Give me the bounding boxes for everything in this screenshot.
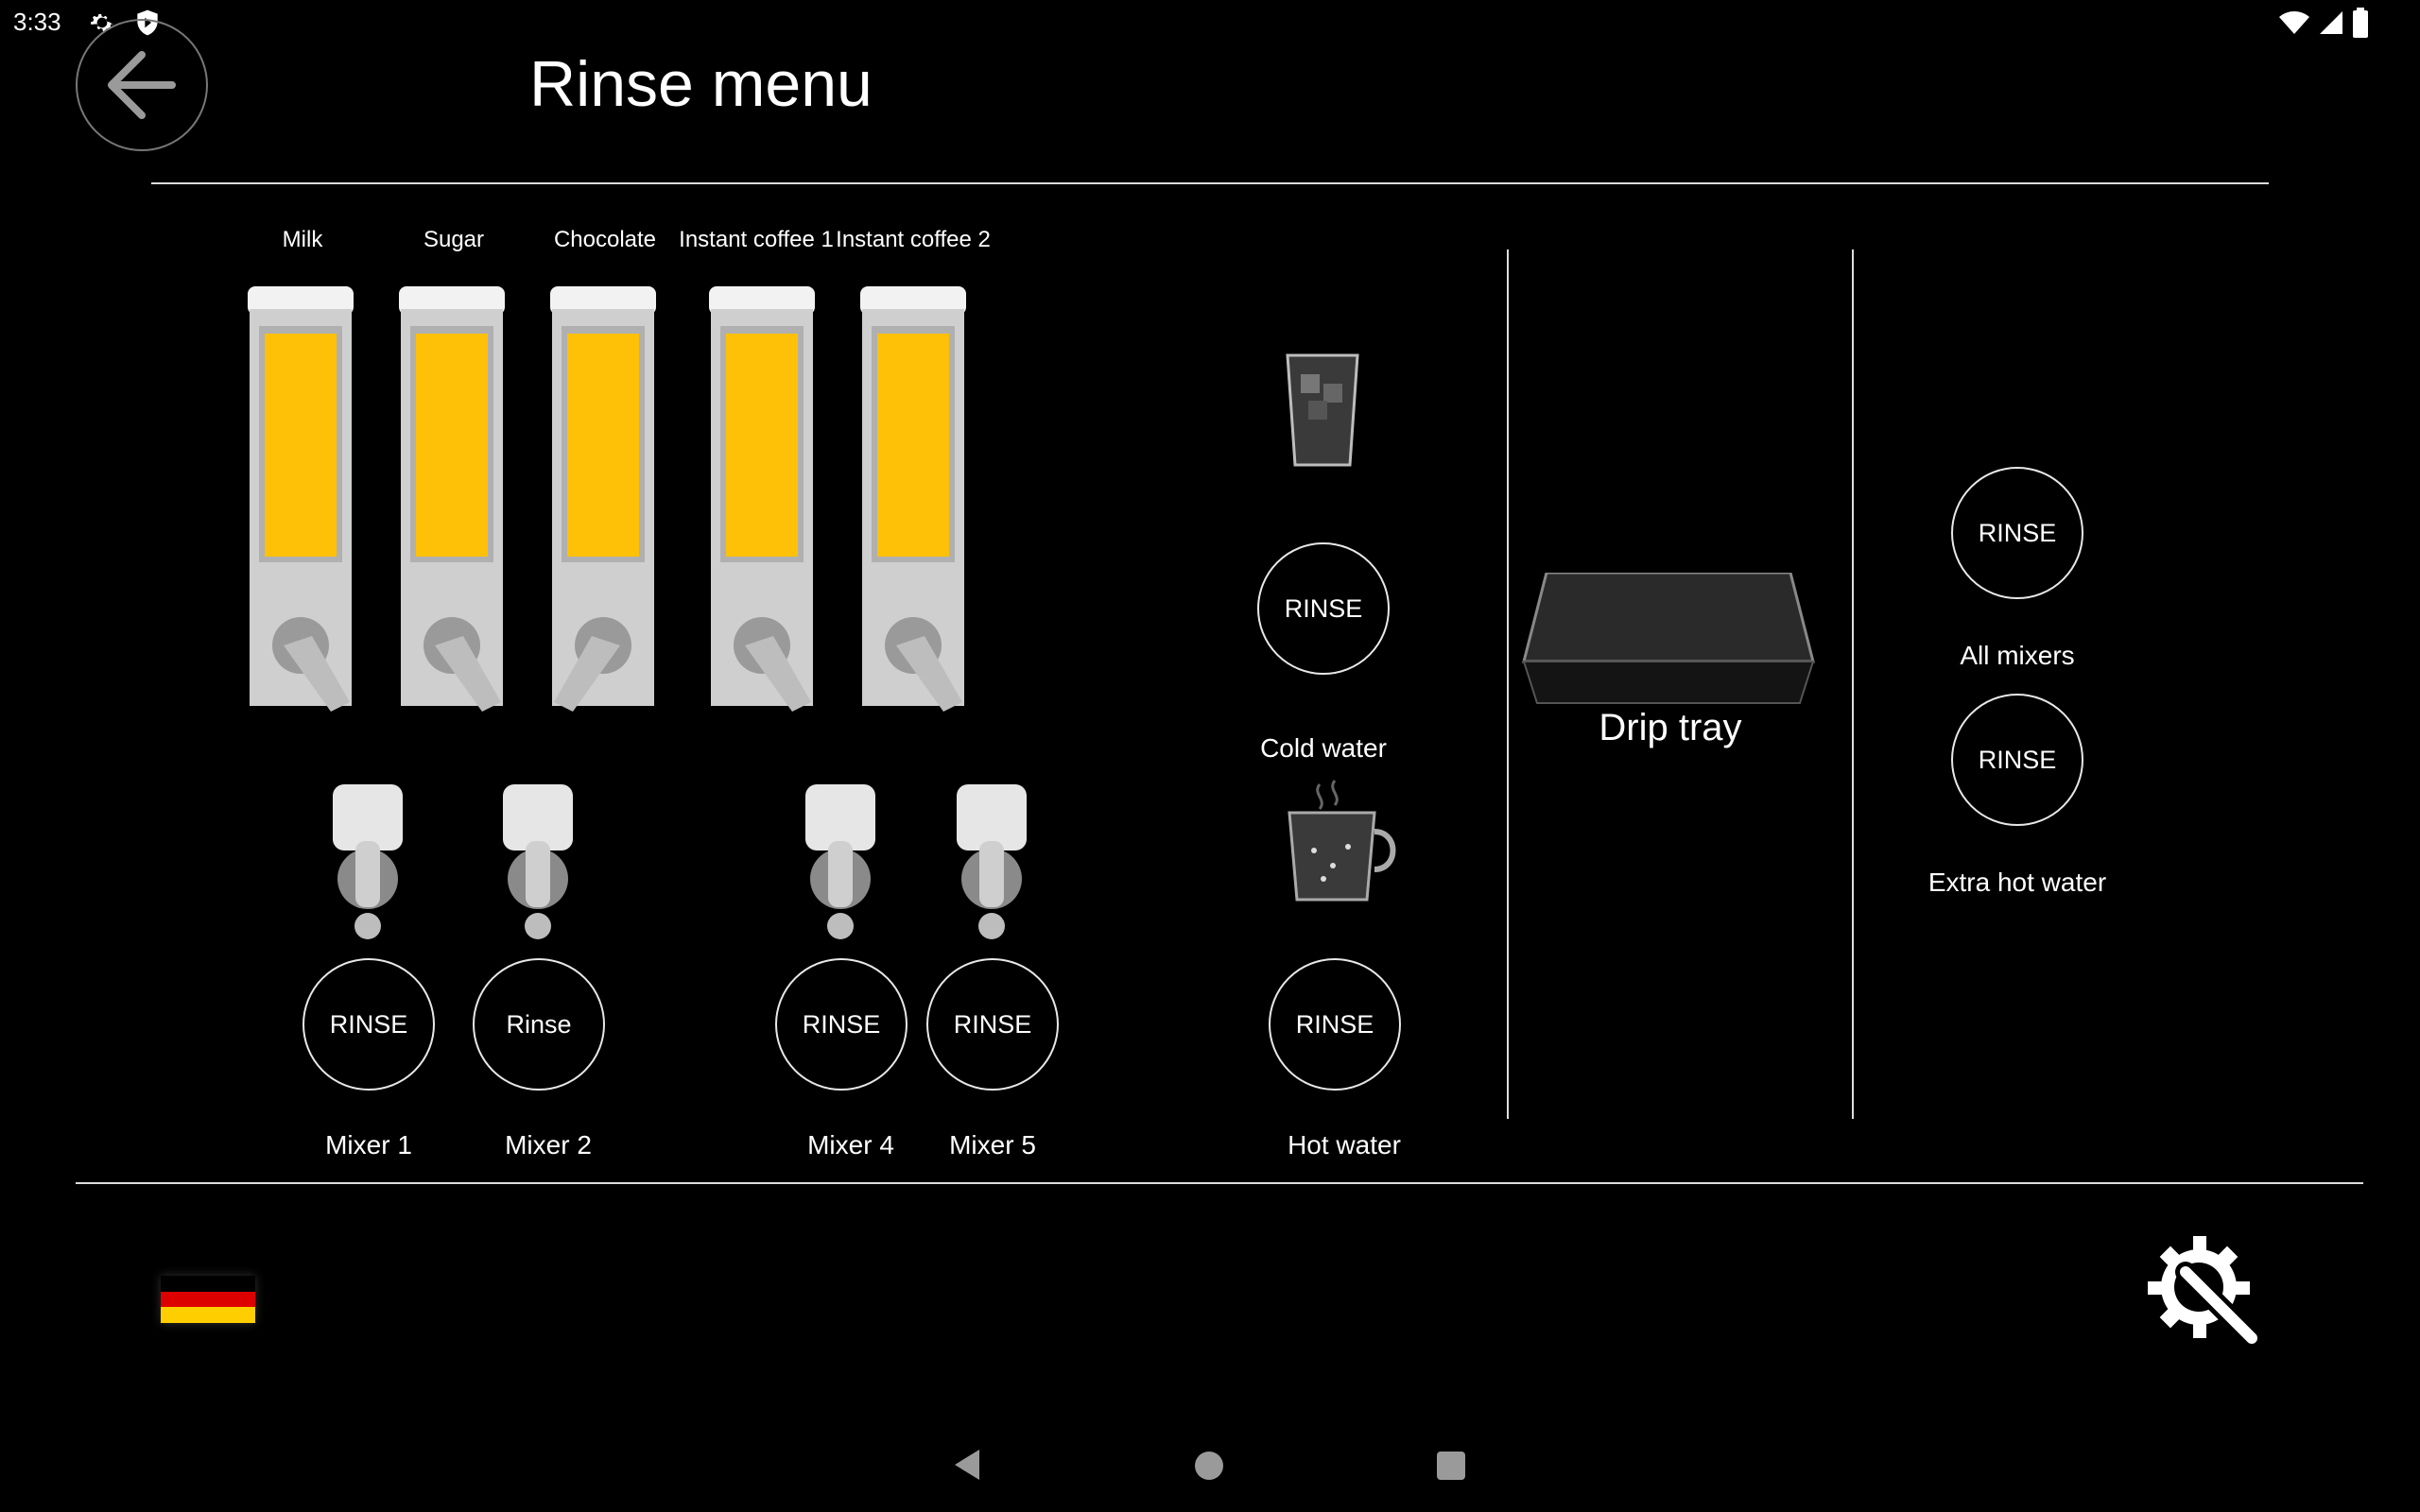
- canister-label: Instant coffee 1: [679, 227, 834, 252]
- nav-recents-icon[interactable]: [1437, 1452, 1465, 1480]
- extra-hot-water-label: Extra hot water: [1927, 868, 2107, 897]
- cold-water-label: Cold water: [1260, 733, 1387, 763]
- rinse-all-mixers-button[interactable]: RINSE: [1951, 467, 2083, 599]
- canister-label: Chocolate: [553, 227, 657, 252]
- rinse-mixer-1-button[interactable]: RINSE: [302, 958, 435, 1091]
- hot-water-label: Hot water: [1288, 1130, 1401, 1160]
- mixer-head-icon: [503, 784, 573, 939]
- canister-sugar: [399, 286, 505, 712]
- battery-icon: [2353, 8, 2368, 38]
- canister-milk: [248, 286, 354, 712]
- section-divider: [1507, 249, 1509, 1119]
- arrow-left-icon: [108, 51, 176, 119]
- canister-label: Sugar: [423, 227, 485, 252]
- mixer-label: Mixer 5: [949, 1130, 1036, 1160]
- rinse-extra-hot-water-button[interactable]: RINSE: [1951, 694, 2083, 826]
- back-button[interactable]: [76, 19, 208, 151]
- mixer-head-icon: [957, 784, 1027, 939]
- drip-tray-icon: [1522, 573, 1815, 704]
- hot-water-cup-icon: [1288, 780, 1396, 902]
- footer-divider: [76, 1182, 2363, 1184]
- canister-instant-coffee-2: [860, 286, 966, 712]
- rinse-hot-water-button[interactable]: RINSE: [1269, 958, 1401, 1091]
- signal-icon: [2320, 11, 2342, 34]
- header-divider: [151, 182, 2269, 184]
- canister-label: Instant coffee 2: [836, 227, 991, 252]
- nav-back-icon[interactable]: [955, 1450, 979, 1480]
- cold-water-glass-icon: [1286, 353, 1359, 467]
- section-divider: [1852, 249, 1854, 1119]
- rinse-cold-water-button[interactable]: RINSE: [1257, 542, 1390, 675]
- mixer-head-icon: [333, 784, 403, 939]
- canister-label: Milk: [282, 227, 323, 252]
- rinse-mixer-2-button[interactable]: Rinse: [473, 958, 605, 1091]
- mixer-head-icon: [805, 784, 875, 939]
- gear-wrench-icon[interactable]: [2148, 1234, 2265, 1351]
- wifi-icon: [2279, 11, 2309, 34]
- canister-instant-coffee-1: [709, 286, 815, 712]
- language-flag-germany[interactable]: [161, 1276, 255, 1323]
- mixer-label: Mixer 1: [325, 1130, 412, 1160]
- all-mixers-label: All mixers: [1960, 641, 2075, 670]
- mixer-label: Mixer 2: [505, 1130, 592, 1160]
- rinse-mixer-5-button[interactable]: RINSE: [926, 958, 1059, 1091]
- status-time: 3:33: [13, 8, 61, 36]
- rinse-mixer-4-button[interactable]: RINSE: [775, 958, 908, 1091]
- nav-home-icon[interactable]: [1195, 1452, 1223, 1480]
- mixer-label: Mixer 4: [807, 1130, 894, 1160]
- drip-tray-label: Drip tray: [1599, 707, 1742, 748]
- canister-chocolate: [550, 286, 656, 712]
- page-title: Rinse menu: [529, 48, 873, 120]
